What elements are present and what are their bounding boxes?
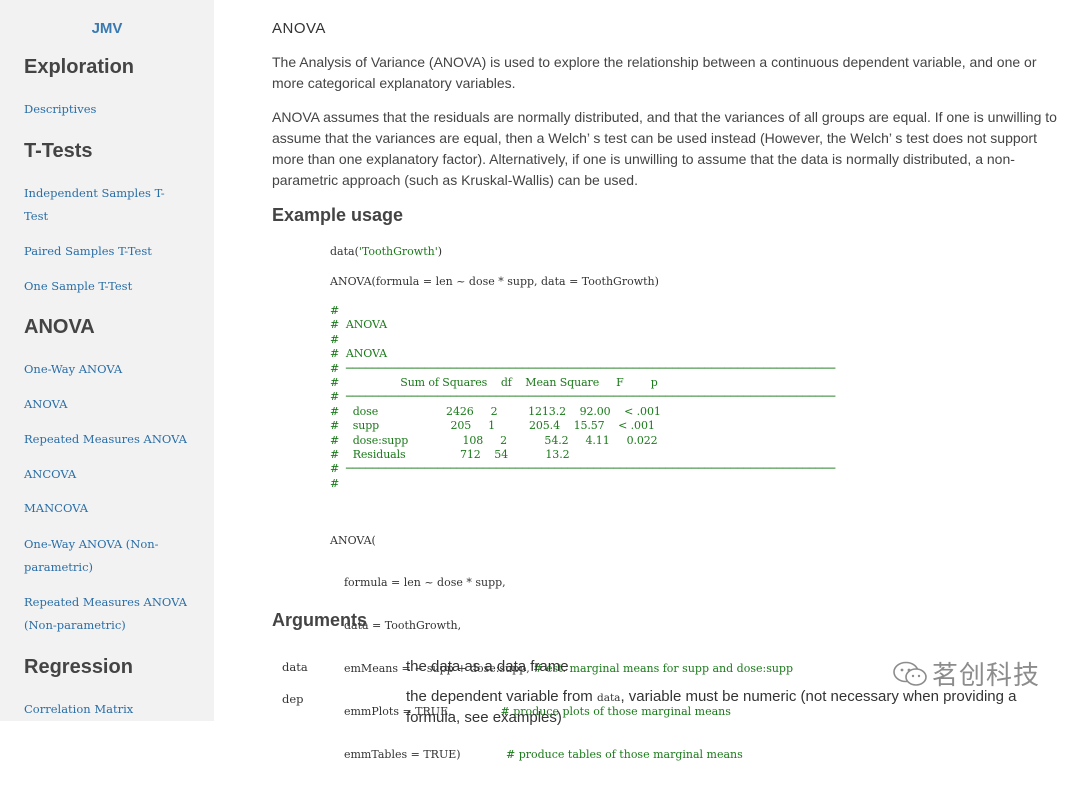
- sidebar-item-independent-samples-t-test[interactable]: Independent Samples T-Test: [24, 182, 184, 228]
- code-line: emmTables = TRUE) # produce tables of th…: [330, 748, 743, 762]
- sidebar-item-anova[interactable]: ANOVA: [24, 393, 194, 416]
- arguments-heading: Arguments: [272, 610, 368, 630]
- sidebar-item-one-way-anova[interactable]: One-Way ANOVA: [24, 358, 194, 381]
- watermark-text: 茗创科技: [932, 661, 1041, 691]
- sidebar-section-t-tests: T-Tests: [24, 140, 93, 162]
- sidebar-item-ancova[interactable]: ANCOVA: [24, 463, 194, 486]
- code-line: formula = len ~ dose * supp,: [330, 576, 506, 590]
- sidebar-item-one-way-anova-non-parametric[interactable]: One-Way ANOVA (Non-parametric): [24, 533, 174, 579]
- sidebar-item-mancova[interactable]: MANCOVA: [24, 497, 194, 520]
- code-text: ): [437, 245, 443, 258]
- sidebar-section-exploration: Exploration: [24, 56, 135, 78]
- sidebar-item-paired-samples-t-test[interactable]: Paired Samples T-Test: [24, 240, 194, 263]
- sidebar-item-repeated-measures-anova-non-parametric[interactable]: Repeated Measures ANOVA (Non-parametric): [24, 591, 189, 637]
- code-string: 'ToothGrowth': [358, 245, 438, 258]
- sidebar-item-repeated-measures-anova[interactable]: Repeated Measures ANOVA: [24, 428, 194, 451]
- wechat-icon: [893, 661, 927, 686]
- brand-link[interactable]: JMV: [0, 20, 214, 37]
- code-text: data(: [330, 245, 359, 258]
- intro-paragraph: The Analysis of Variance (ANOVA) is used…: [272, 54, 1037, 91]
- sidebar-item-one-sample-t-test[interactable]: One Sample T-Test: [24, 275, 194, 298]
- example-usage-heading: Example usage: [272, 205, 404, 225]
- watermark: 茗创科技: [892, 655, 1040, 692]
- sidebar-item-correlation-matrix[interactable]: Correlation Matrix: [24, 698, 194, 721]
- code-line: data = ToothGrowth,: [330, 619, 462, 633]
- sidebar-section-anova: ANOVA: [24, 316, 95, 338]
- argument-name: data: [282, 660, 308, 674]
- code-load-data: data('ToothGrowth'): [330, 245, 442, 258]
- assumptions-paragraph: ANOVA assumes that the residuals are nor…: [272, 109, 1057, 188]
- code-anova-output: # # ANOVA # # ANOVA # ──────────────────…: [330, 304, 836, 490]
- code-anova-call-2: ANOVA( formula = len ~ dose * supp, data…: [330, 505, 793, 791]
- sidebar-section-regression: Regression: [24, 656, 133, 678]
- argument-description: the dependent variable from data, variab…: [406, 688, 1017, 726]
- sidebar: JMV Exploration Descriptives T-Tests Ind…: [0, 0, 214, 721]
- code-anova-call: ANOVA(formula = len ~ dose * supp, data …: [330, 275, 659, 288]
- sidebar-item-descriptives[interactable]: Descriptives: [24, 98, 194, 121]
- argument-name: dep: [282, 692, 304, 706]
- page-title: ANOVA: [272, 20, 326, 37]
- code-line: ANOVA(: [330, 533, 376, 547]
- inline-code: data: [596, 692, 621, 704]
